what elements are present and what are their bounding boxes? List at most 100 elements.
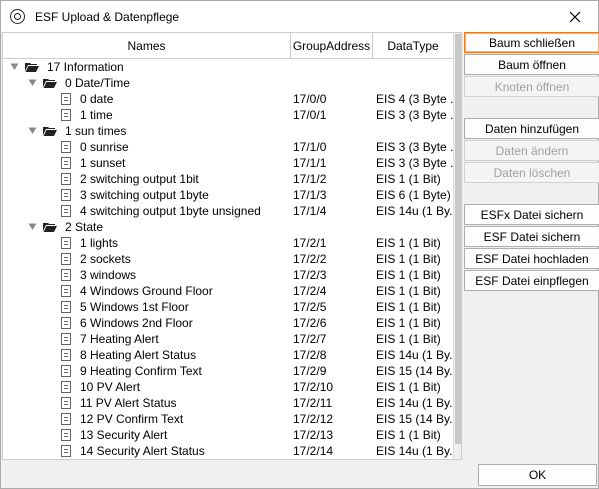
esfx-datei-sichern-button[interactable]: ESFx Datei sichern xyxy=(464,204,599,225)
tree-item-label: 12 PV Confirm Text xyxy=(80,412,184,426)
window-title: ESF Upload & Datenpflege xyxy=(35,10,180,24)
data-type-cell: EIS 1 (1 Bit) xyxy=(376,316,441,330)
document-icon xyxy=(61,381,71,393)
tree-item-row[interactable]: 2 sockets 17/2/2 EIS 1 (1 Bit) xyxy=(3,251,453,267)
tree-item-row[interactable]: 11 PV Alert Status 17/2/11 EIS 14u (1 By..… xyxy=(3,395,453,411)
tree-item-row[interactable]: 8 Heating Alert Status 17/2/8 EIS 14u (1 B… xyxy=(3,347,453,363)
tree-item-label: 3 switching output 1byte xyxy=(80,188,209,202)
expand-arrow-icon[interactable] xyxy=(10,63,19,71)
document-icon xyxy=(61,413,71,425)
group-address-cell: 17/2/7 xyxy=(293,332,327,346)
scrollbar-thumb[interactable] xyxy=(455,34,461,444)
close-icon xyxy=(569,11,581,22)
data-type-cell: EIS 14u (1 By... xyxy=(376,348,453,362)
baum-oeffnen-button[interactable]: Baum öffnen xyxy=(464,54,599,75)
tree-item-label: 8 Heating Alert Status xyxy=(80,348,197,362)
document-icon xyxy=(61,317,71,329)
document-icon xyxy=(61,301,71,313)
tree-item-row[interactable]: 3 switching output 1byte 17/1/3 EIS 6 (1 B… xyxy=(3,187,453,203)
column-header-datatype[interactable]: DataType xyxy=(373,33,453,59)
vertical-scrollbar[interactable] xyxy=(453,33,461,459)
folder-open-icon xyxy=(43,79,57,88)
tree-item-row[interactable]: 13 Security Alert 17/2/13 EIS 1 (1 Bit) xyxy=(3,427,453,443)
group-address-cell: 17/2/2 xyxy=(293,252,327,266)
tree-table[interactable]: Names GroupAddress DataType 17 Informati… xyxy=(2,32,462,460)
tree-item-label: 9 Heating Confirm Text xyxy=(80,364,202,378)
tree-item-row[interactable]: 3 windows 17/2/3 EIS 1 (1 Bit) xyxy=(3,267,453,283)
tree-item-label: 6 Windows 2nd Floor xyxy=(80,316,193,330)
data-type-cell: EIS 1 (1 Bit) xyxy=(376,252,441,266)
tree-item-row[interactable]: 6 Windows 2nd Floor 17/2/6 EIS 1 (1 Bit) xyxy=(3,315,453,331)
tree-folder-row[interactable]: 1 sun times xyxy=(3,123,453,139)
tree-node-label: 2 State xyxy=(65,220,104,234)
expand-arrow-icon[interactable] xyxy=(28,79,37,87)
tree-folder-row[interactable]: 0 Date/Time xyxy=(3,75,453,91)
document-icon xyxy=(61,189,71,201)
group-address-cell: 17/2/9 xyxy=(293,364,327,378)
document-icon xyxy=(61,237,71,249)
group-address-cell: 17/2/10 xyxy=(293,380,334,394)
document-icon xyxy=(61,109,71,121)
tree-item-row[interactable]: 5 Windows 1st Floor 17/2/5 EIS 1 (1 Bit) xyxy=(3,299,453,315)
esf-datei-sichern-button[interactable]: ESF Datei sichern xyxy=(464,226,599,247)
data-type-cell: EIS 1 (1 Bit) xyxy=(376,332,441,346)
tree-item-label: 2 sockets xyxy=(80,252,131,266)
data-type-cell: EIS 3 (3 Byte ... xyxy=(376,140,453,154)
tree-folder-row[interactable]: 2 State xyxy=(3,219,453,235)
document-icon xyxy=(61,397,71,409)
tree-item-label: 4 Windows Ground Floor xyxy=(80,284,213,298)
data-type-cell: EIS 1 (1 Bit) xyxy=(376,268,441,282)
tree-node-label: 0 Date/Time xyxy=(65,76,130,90)
tree-item-row[interactable]: 12 PV Confirm Text 17/2/12 EIS 15 (14 By..… xyxy=(3,411,453,427)
esf-datei-hochladen-button[interactable]: ESF Datei hochladen xyxy=(464,248,599,269)
group-address-cell: 17/0/0 xyxy=(293,92,327,106)
tree-item-row[interactable]: 4 Windows Ground Floor 17/2/4 EIS 1 (1 Bit… xyxy=(3,283,453,299)
data-type-cell: EIS 14u (1 By... xyxy=(376,204,453,218)
tree-item-row[interactable]: 4 switching output 1byte unsigned 17/1/4 E… xyxy=(3,203,453,219)
tree-item-row[interactable]: 10 PV Alert 17/2/10 EIS 1 (1 Bit) xyxy=(3,379,453,395)
esf-datei-einpflegen-button[interactable]: ESF Datei einpflegen xyxy=(464,270,599,291)
group-address-cell: 17/2/8 xyxy=(293,348,327,362)
tree-item-row[interactable]: 2 switching output 1bit 17/1/2 EIS 1 (1 Bi… xyxy=(3,171,453,187)
tree-item-label: 11 PV Alert Status xyxy=(80,396,177,410)
table-header: Names GroupAddress DataType xyxy=(3,33,453,59)
document-icon xyxy=(61,365,71,377)
document-icon xyxy=(61,93,71,105)
tree-item-row[interactable]: 0 date 17/0/0 EIS 4 (3 Byte ... xyxy=(3,91,453,107)
group-address-cell: 17/2/11 xyxy=(293,396,333,410)
document-icon xyxy=(61,205,71,217)
tree-item-row[interactable]: 1 time 17/0/1 EIS 3 (3 Byte ... xyxy=(3,107,453,123)
data-type-cell: EIS 1 (1 Bit) xyxy=(376,428,441,442)
group-address-cell: 17/2/6 xyxy=(293,316,327,330)
tree-rows: 17 Information 0 Date/Time 0 date 17/0/0 EIS… xyxy=(3,59,453,459)
tree-folder-row[interactable]: 17 Information xyxy=(3,59,453,75)
tree-item-label: 5 Windows 1st Floor xyxy=(80,300,189,314)
tree-item-row[interactable]: 1 sunset 17/1/1 EIS 3 (3 Byte ... xyxy=(3,155,453,171)
tree-item-row[interactable]: 0 sunrise 17/1/0 EIS 3 (3 Byte ... xyxy=(3,139,453,155)
expand-arrow-icon[interactable] xyxy=(28,223,37,231)
tree-node-label: 1 sun times xyxy=(65,124,127,138)
tree-item-row[interactable]: 7 Heating Alert 17/2/7 EIS 1 (1 Bit) xyxy=(3,331,453,347)
folder-open-icon xyxy=(43,223,57,232)
document-icon xyxy=(61,173,71,185)
app-logo-icon xyxy=(10,9,25,24)
tree-item-label: 2 switching output 1bit xyxy=(80,172,199,186)
data-type-cell: EIS 1 (1 Bit) xyxy=(376,172,441,186)
close-button[interactable] xyxy=(552,1,598,32)
group-address-cell: 17/0/1 xyxy=(293,108,327,122)
ok-button[interactable]: OK xyxy=(478,464,597,486)
tree-item-row[interactable]: 1 lights 17/2/1 EIS 1 (1 Bit) xyxy=(3,235,453,251)
column-header-groupaddress[interactable]: GroupAddress xyxy=(291,33,373,59)
data-type-cell: EIS 3 (3 Byte ... xyxy=(376,156,453,170)
knoten-oeffnen-button: Knoten öffnen xyxy=(464,76,599,97)
data-type-cell: EIS 14u (1 By... xyxy=(376,444,453,458)
daten-hinzufuegen-button[interactable]: Daten hinzufügen xyxy=(464,118,599,139)
column-header-names[interactable]: Names xyxy=(3,33,291,59)
tree-item-row[interactable]: 14 Security Alert Status 17/2/14 EIS 14u (… xyxy=(3,443,453,459)
baum-schliessen-button[interactable]: Baum schließen xyxy=(464,32,599,53)
document-icon xyxy=(61,333,71,345)
group-address-cell: 17/1/0 xyxy=(293,140,327,154)
tree-item-row[interactable]: 9 Heating Confirm Text 17/2/9 EIS 15 (14 B… xyxy=(3,363,453,379)
group-address-cell: 17/2/5 xyxy=(293,300,327,314)
expand-arrow-icon[interactable] xyxy=(28,127,37,135)
